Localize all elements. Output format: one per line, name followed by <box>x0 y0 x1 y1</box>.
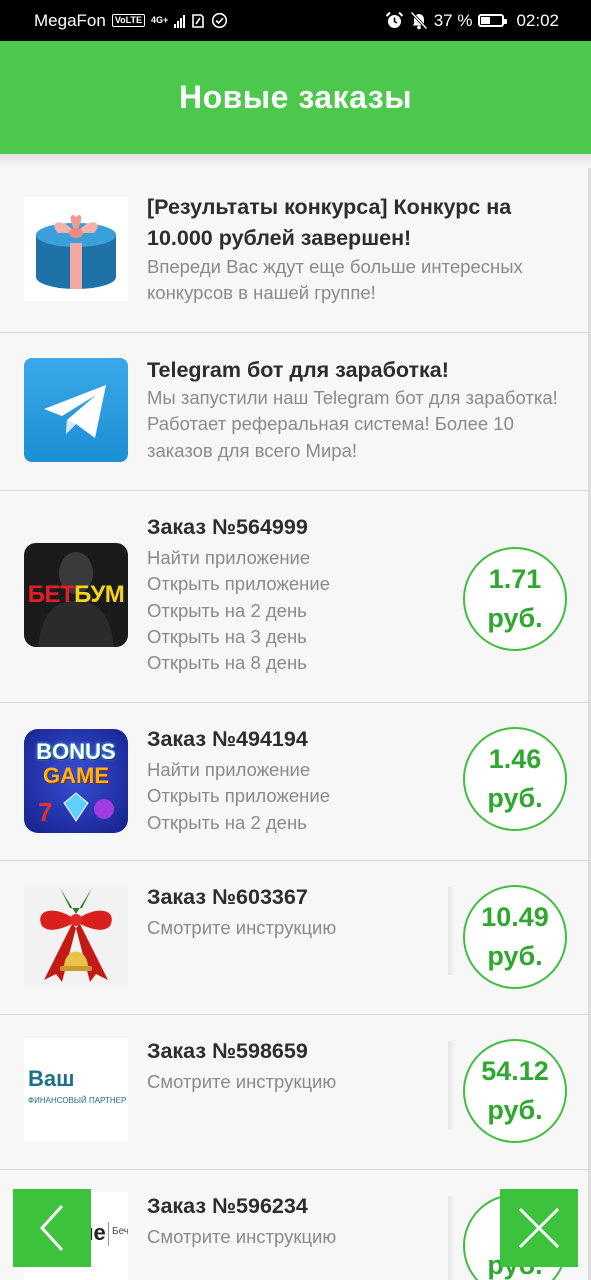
order-item[interactable]: Ваш ФИНАНСОВЫЙ ПАРТНЕР Заказ №598659 Смо… <box>0 1015 588 1170</box>
sync-check-icon <box>212 12 228 29</box>
price-value: 54.12 <box>481 1056 549 1086</box>
mute-bell-icon <box>410 11 428 30</box>
page-title: Новые заказы <box>178 79 413 115</box>
item-title: Заказ №596234 <box>147 1194 308 1218</box>
item-title: Заказ №494194 <box>147 727 308 751</box>
thumb-text: БЕТ <box>27 581 75 608</box>
svg-text:7: 7 <box>38 797 52 827</box>
thumb-text: БУМ <box>74 581 125 608</box>
item-title: [Результаты конкурса] Конкурс на 10.000 … <box>147 195 512 250</box>
price-shadow <box>448 887 456 975</box>
alarm-icon <box>385 11 403 28</box>
finance-partner-logo: Ваш ФИНАНСОВЫЙ ПАРТНЕР <box>24 1038 128 1142</box>
battery-icon <box>478 14 508 27</box>
thumb-text: ФИНАНСОВЫЙ ПАРТНЕР <box>28 1096 127 1105</box>
nfc-icon <box>192 13 205 28</box>
price-shadow <box>448 1041 456 1129</box>
price-value: 1.46 <box>488 744 542 774</box>
status-bar: MegaFon VoLTE 4G+ 37 % 02:02 <box>0 0 591 41</box>
christmas-bell-icon <box>24 884 128 988</box>
thumb-text: Ваш <box>28 1066 75 1091</box>
item-title: Заказ №598659 <box>147 1039 308 1063</box>
close-icon <box>518 1207 560 1249</box>
header-shadow <box>0 154 591 168</box>
price-value: 10.49 <box>481 902 549 932</box>
list-item-contest[interactable]: [Результаты конкурса] Конкурс на 10.000 … <box>0 168 588 333</box>
price-badge: 54.12 руб. <box>463 1039 567 1143</box>
price-value: 1.71 <box>488 564 542 594</box>
back-button[interactable] <box>13 1189 91 1267</box>
price-unit: руб. <box>487 1095 543 1125</box>
price-unit: руб. <box>487 941 543 971</box>
price-badge: 1.71 руб. <box>463 547 567 651</box>
betbum-app-icon: БЕТБУМ <box>24 543 128 647</box>
item-description: Мы запустили наш Telegram бот для зарабо… <box>147 387 558 461</box>
item-title: Telegram бот для заработка! <box>147 358 449 382</box>
item-title: Заказ №564999 <box>147 515 308 539</box>
order-item[interactable]: Заказ №603367 Смотрите инструкцию 10.49 … <box>0 861 588 1015</box>
divider <box>108 1222 109 1246</box>
close-button[interactable] <box>500 1189 578 1267</box>
gift-box-icon <box>24 197 128 301</box>
list-item-telegram[interactable]: Telegram бот для заработка! Мы запустили… <box>0 333 588 491</box>
price-shadow <box>448 1196 456 1280</box>
orders-list[interactable]: [Результаты конкурса] Конкурс на 10.000 … <box>0 168 591 1280</box>
price-badge: 10.49 руб. <box>463 885 567 989</box>
battery-percent: 37 % <box>433 10 473 30</box>
price-unit: руб. <box>487 783 543 813</box>
carrier-label: MegaFon <box>34 10 106 30</box>
order-item[interactable]: BONUS GAME 7 Заказ №494194 Найти приложе… <box>0 703 588 861</box>
item-description: Впереди Вас ждут еще больше интересных к… <box>147 256 523 304</box>
item-title: Заказ №603367 <box>147 885 308 909</box>
signal-icon <box>174 14 186 28</box>
price-badge: 1.46 руб. <box>463 727 567 831</box>
bonus-game-app-icon: BONUS GAME 7 <box>24 729 128 833</box>
chevron-left-icon <box>39 1204 64 1252</box>
telegram-icon <box>24 358 128 462</box>
app-header: Новые заказы <box>0 41 591 154</box>
task-line: Открыть на 8 день <box>147 652 307 674</box>
network-type-label: 4G+ <box>151 15 169 25</box>
order-item[interactable]: БЕТБУМ Заказ №564999 Найти приложение От… <box>0 491 588 703</box>
price-unit: руб. <box>487 603 543 633</box>
volte-badge: VoLTE <box>111 14 145 27</box>
thumb-text: Беч <box>112 1226 128 1237</box>
clock: 02:02 <box>516 10 559 30</box>
